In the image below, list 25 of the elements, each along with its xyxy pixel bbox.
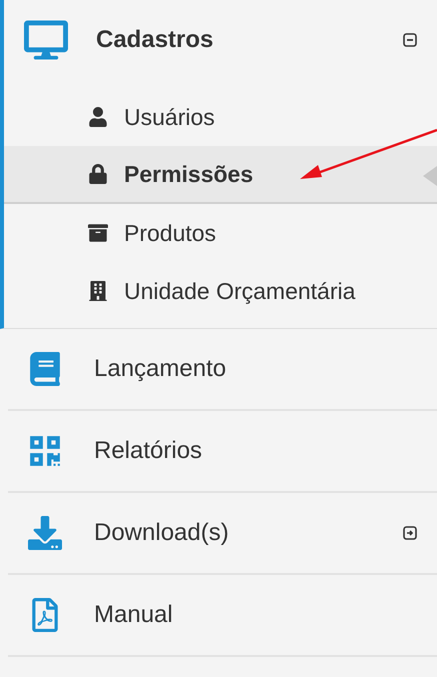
submenu-label: Permissões xyxy=(124,160,254,189)
lock-icon xyxy=(88,164,108,184)
menu-label: Cadastros xyxy=(96,25,214,55)
submenu-label: Produtos xyxy=(124,218,216,248)
submenu-item[interactable]: Unidade Orçamentária xyxy=(4,262,437,320)
archive-icon xyxy=(88,223,108,243)
menu-label: Manual xyxy=(94,600,174,630)
submenu-item[interactable]: Permissões xyxy=(4,146,437,204)
submenu-item[interactable]: Usuários xyxy=(4,88,437,146)
menu-item[interactable]: Cadastros xyxy=(4,0,437,80)
menu-label: Lançamento xyxy=(94,354,228,384)
selection-pointer-icon xyxy=(423,166,437,186)
collapse-icon[interactable] xyxy=(403,33,417,47)
book-icon xyxy=(28,352,62,386)
user-icon xyxy=(88,107,108,127)
monitor-icon xyxy=(24,18,68,62)
submenu-label: Usuários xyxy=(124,102,215,132)
menu-label: Download(s) xyxy=(94,518,230,548)
menu-label: Relatórios xyxy=(94,436,204,466)
expand-icon[interactable] xyxy=(403,526,417,540)
submenu-item[interactable]: Produtos xyxy=(4,204,437,262)
submenu-label: Unidade Orçamentária xyxy=(124,276,356,306)
qr-code-icon xyxy=(28,434,62,468)
building-icon xyxy=(88,281,108,301)
download-icon xyxy=(28,516,62,550)
